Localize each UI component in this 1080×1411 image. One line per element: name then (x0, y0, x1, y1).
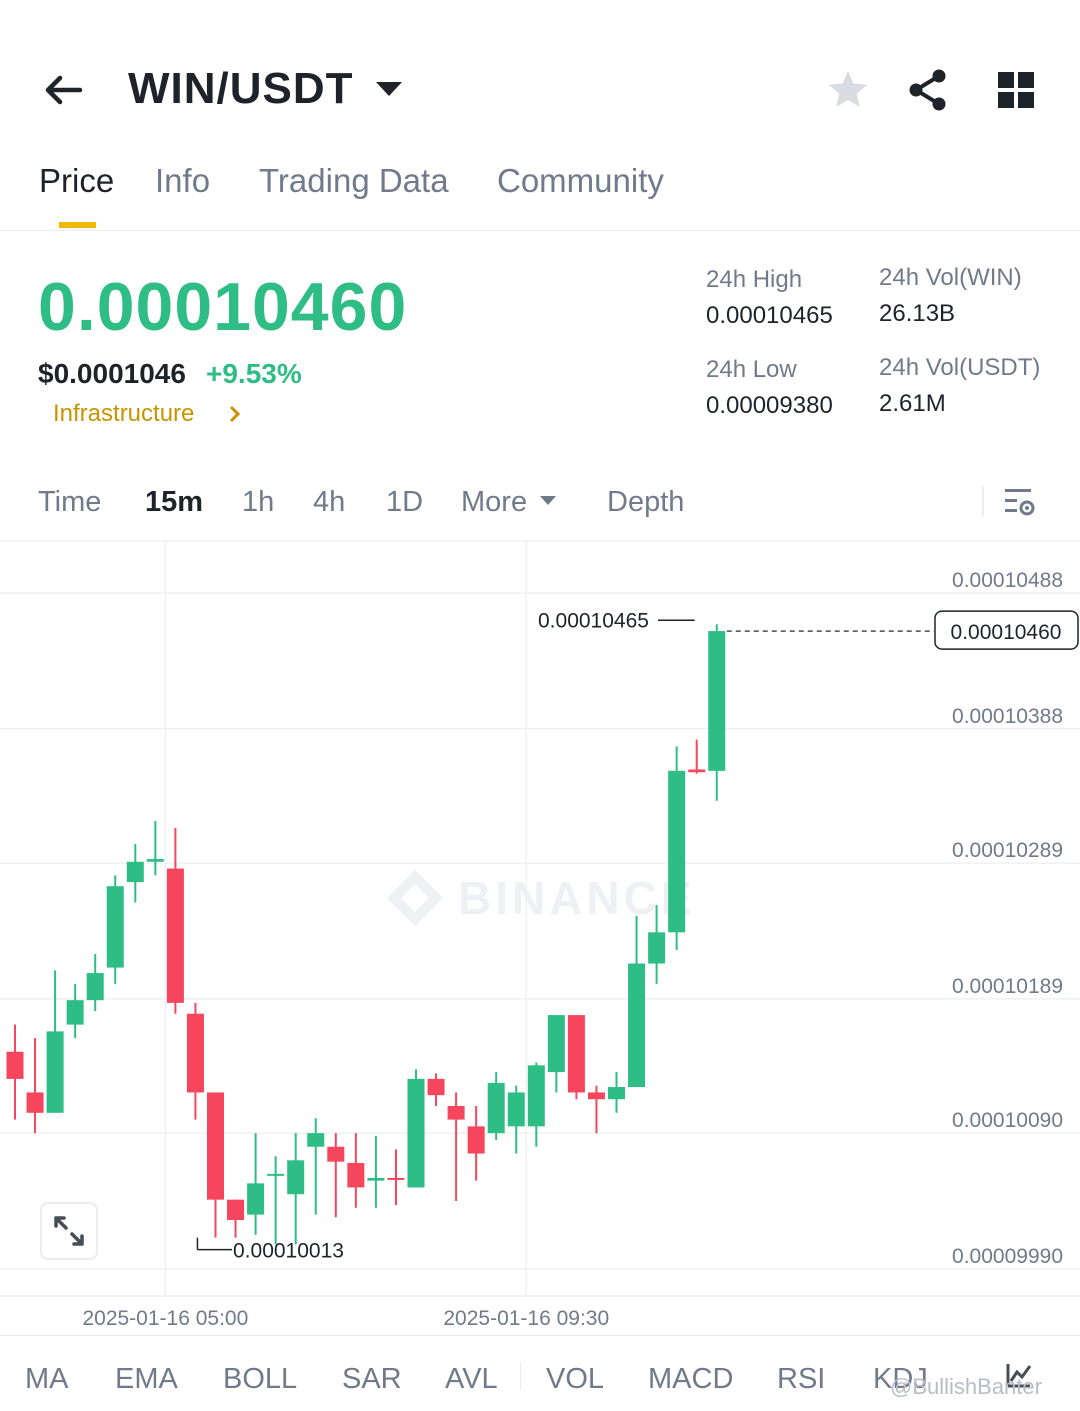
candle (287, 1160, 305, 1195)
tab-community[interactable]: Community (497, 162, 664, 200)
candle (507, 1092, 525, 1127)
category-link[interactable]: Infrastructure (53, 400, 194, 428)
interval-4h[interactable]: 4h (313, 486, 345, 519)
interval-time[interactable]: Time (38, 486, 101, 519)
usd-price: $0.0001046 (38, 358, 186, 389)
interval-depth[interactable]: Depth (607, 486, 684, 519)
candle (46, 1031, 64, 1113)
y-tick-label: 0.00010388 (952, 705, 1063, 728)
candle (227, 1199, 245, 1221)
expand-icon (54, 1216, 84, 1246)
chevron-right-icon[interactable] (228, 404, 242, 424)
binance-logo-icon (387, 870, 443, 926)
candle (146, 859, 164, 862)
interval-15m[interactable]: 15m (145, 486, 203, 519)
grid-icon[interactable] (996, 70, 1038, 112)
candle (668, 770, 686, 933)
watermark-text: BINANCE (458, 872, 696, 924)
x-tick-label: 2025-01-16 05:00 (82, 1307, 248, 1330)
candle (126, 861, 144, 883)
candle (648, 932, 666, 964)
candlestick-chart[interactable]: BINANCE 0.00010465 0.00010013 0.00010460 0… (0, 540, 1080, 1335)
candle (307, 1133, 325, 1147)
indicator-sar[interactable]: SAR (342, 1363, 402, 1396)
low-marker-label: 0.00010013 (233, 1240, 344, 1263)
y-tick-label: 0.00010090 (952, 1109, 1063, 1132)
price-change: +9.53% (206, 358, 302, 389)
last-price-tag-label: 0.00010460 (951, 621, 1062, 644)
candle (166, 868, 184, 1003)
candle (327, 1146, 345, 1162)
stat-low-value: 0.00009380 (706, 392, 833, 419)
last-price: 0.00010460 (38, 269, 408, 345)
chart-settings-icon[interactable] (1002, 484, 1038, 520)
stat-vol-usdt-label: 24h Vol(USDT) (879, 354, 1041, 381)
indicator-boll[interactable]: BOLL (223, 1363, 297, 1396)
candle (387, 1177, 405, 1180)
indicator-macd[interactable]: MACD (648, 1363, 733, 1396)
indicator-avl[interactable]: AVL (445, 1363, 498, 1396)
candle (186, 1013, 204, 1093)
active-tab-indicator (59, 222, 96, 228)
stat-vol-win-label: 24h Vol(WIN) (879, 264, 1022, 291)
candle (547, 1015, 565, 1073)
interval-1h[interactable]: 1h (242, 486, 274, 519)
indicator-ema[interactable]: EMA (115, 1363, 178, 1396)
divider (520, 1362, 521, 1390)
y-tick-label: 0.00010189 (952, 975, 1063, 998)
y-tick-label: 0.00010488 (952, 569, 1063, 592)
star-icon[interactable] (826, 68, 870, 112)
candle (407, 1078, 425, 1188)
candle (367, 1177, 385, 1181)
stat-high-value: 0.00010465 (706, 302, 833, 329)
tab-trading-data[interactable]: Trading Data (259, 162, 449, 200)
candle (587, 1092, 605, 1100)
candle (247, 1183, 265, 1215)
stat-vol-usdt-value: 2.61M (879, 390, 946, 417)
candle (447, 1106, 465, 1120)
interval-more[interactable]: More (461, 486, 527, 519)
interval-1d[interactable]: 1D (386, 486, 423, 519)
candle (487, 1082, 505, 1134)
arrow-left-icon[interactable] (40, 66, 88, 114)
indicator-rsi[interactable]: RSI (777, 1363, 825, 1396)
credit-watermark: @BullishBanter (890, 1374, 1042, 1399)
stat-high-label: 24h High (706, 266, 803, 293)
candle (207, 1092, 224, 1200)
candle (66, 1000, 84, 1025)
y-tick-label: 0.00010289 (952, 839, 1063, 862)
candle (427, 1078, 445, 1096)
candle (106, 886, 124, 968)
candle (26, 1092, 44, 1113)
caret-down-icon[interactable] (540, 496, 556, 505)
candle (608, 1087, 625, 1100)
tab-bar: Price Info Trading Data Community (0, 162, 1080, 231)
high-marker-label: 0.00010465 (538, 609, 649, 632)
candle (86, 973, 104, 1001)
candle (347, 1163, 365, 1188)
stat-low-label: 24h Low (706, 356, 797, 383)
candle (708, 631, 726, 771)
indicator-ma[interactable]: MA (25, 1363, 69, 1396)
x-tick-label: 2025-01-16 09:30 (443, 1307, 609, 1330)
stat-vol-win-value: 26.13B (879, 300, 956, 327)
y-tick-label: 0.00009990 (952, 1245, 1063, 1268)
tab-info[interactable]: Info (155, 162, 210, 200)
candle (527, 1065, 545, 1127)
candle (267, 1173, 285, 1176)
pair-title[interactable]: WIN/USDT (128, 64, 354, 114)
indicator-vol[interactable]: VOL (546, 1363, 604, 1396)
tab-price[interactable]: Price (39, 162, 114, 200)
caret-down-icon[interactable] (376, 82, 402, 96)
candle (688, 769, 706, 773)
expand-chart-button[interactable] (40, 1202, 98, 1260)
candle (628, 963, 646, 1088)
share-icon[interactable] (906, 68, 950, 112)
candle (467, 1126, 485, 1154)
candle (6, 1051, 24, 1079)
candle (567, 1015, 585, 1093)
divider (982, 486, 984, 516)
